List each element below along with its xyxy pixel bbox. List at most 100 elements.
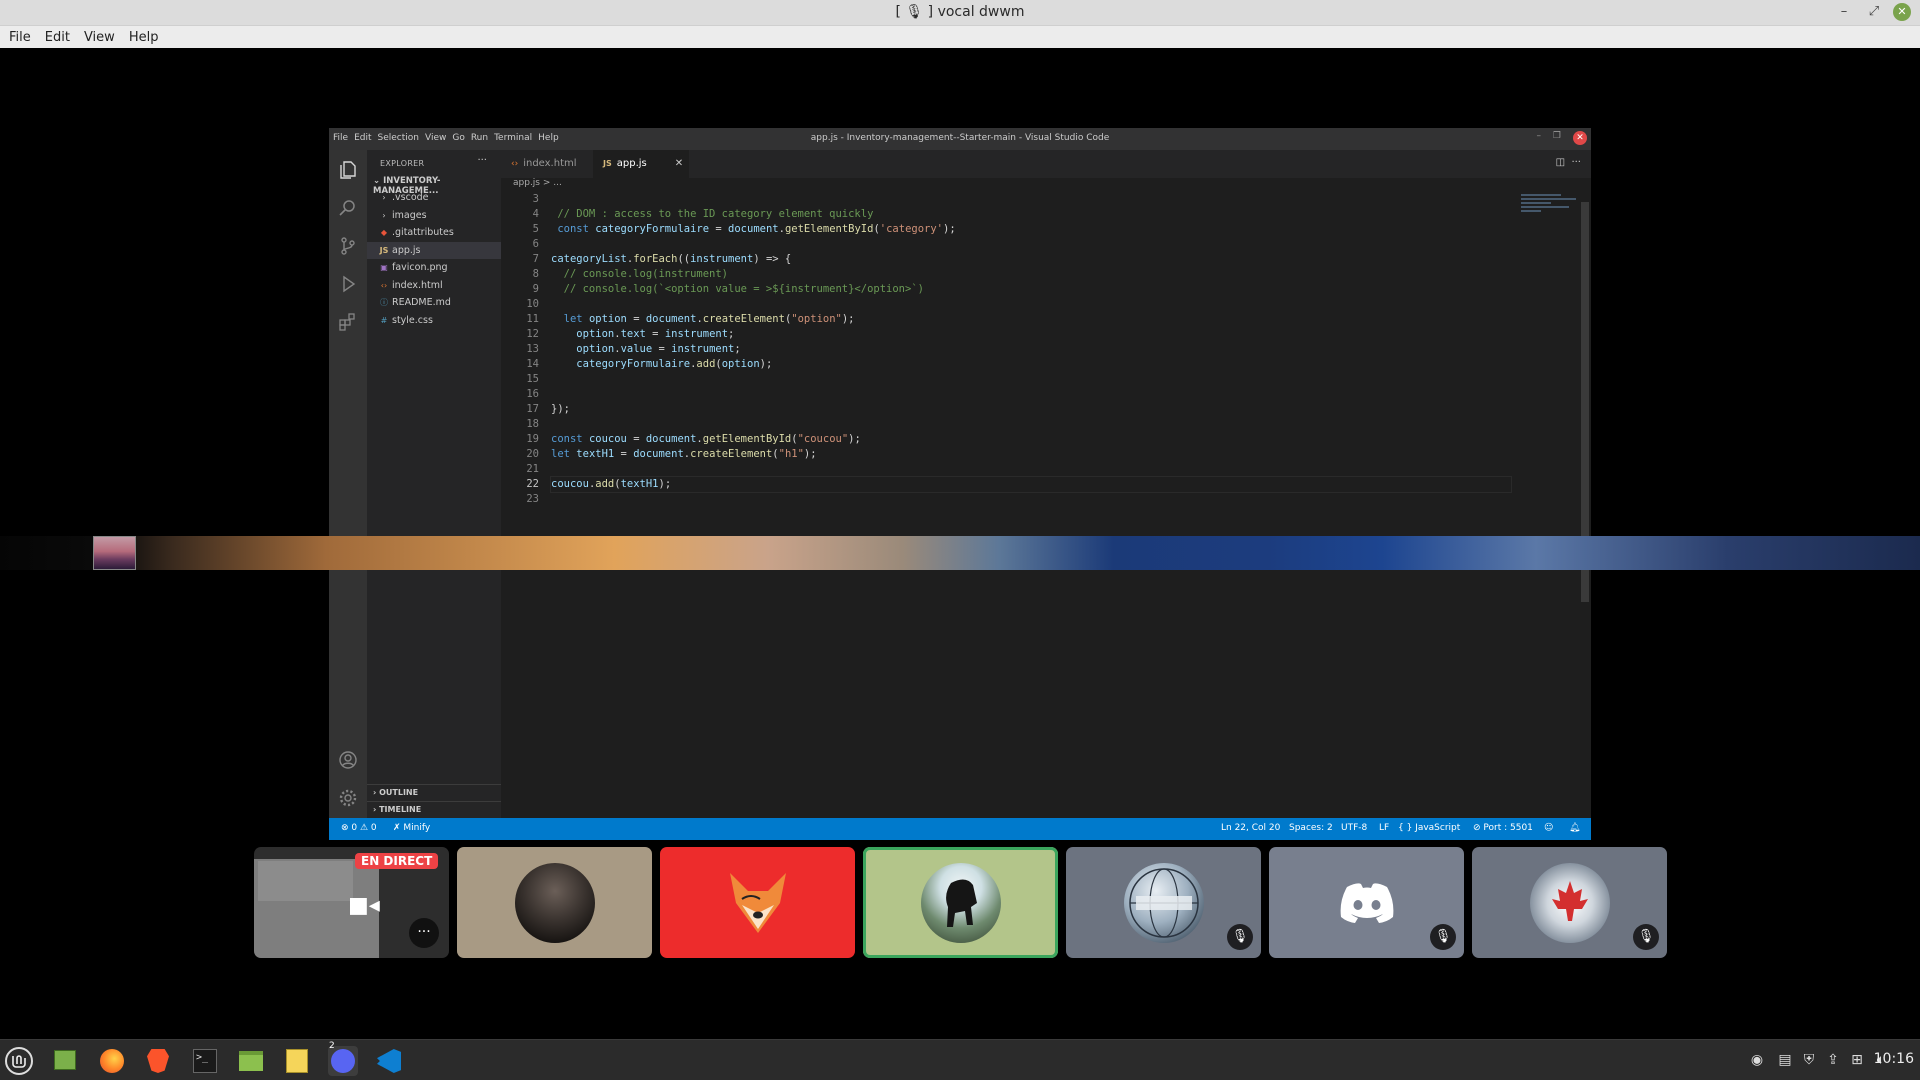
tab-index-html[interactable]: ‹› index.html bbox=[501, 150, 593, 178]
code-line[interactable]: let option = document.createElement("opt… bbox=[551, 312, 1511, 327]
avatar bbox=[514, 862, 595, 943]
code-line[interactable] bbox=[551, 372, 1511, 387]
breadcrumb[interactable]: app.js > ... bbox=[501, 178, 562, 192]
live-server-port[interactable]: ⊘ Port : 5501 bbox=[1473, 823, 1533, 833]
tree-item-appjs[interactable]: JS app.js bbox=[367, 241, 501, 259]
code-line[interactable]: const coucou = document.getElementById("… bbox=[551, 432, 1511, 447]
eol-status[interactable]: LF bbox=[1379, 823, 1389, 833]
participant-tile[interactable] bbox=[660, 847, 855, 958]
more-options-icon[interactable]: ··· bbox=[409, 918, 439, 948]
more-actions-icon[interactable]: ··· bbox=[477, 155, 487, 166]
code-line[interactable]: option.text = instrument; bbox=[551, 327, 1511, 342]
maximize-icon[interactable]: ⤢ bbox=[1865, 3, 1883, 21]
code-line[interactable] bbox=[551, 417, 1511, 432]
code-line[interactable]: // console.log(`<option value = >${instr… bbox=[551, 282, 1511, 297]
source-control-icon[interactable] bbox=[338, 236, 358, 256]
tab-app-js[interactable]: JS app.js ✕ bbox=[593, 150, 689, 178]
indentation-status[interactable]: Spaces: 2 bbox=[1289, 823, 1333, 833]
account-icon[interactable] bbox=[338, 750, 358, 770]
terminal-icon[interactable]: >_ bbox=[190, 1046, 220, 1076]
cursor-position[interactable]: Ln 22, Col 20 bbox=[1221, 823, 1280, 833]
participant-tile-speaking[interactable] bbox=[863, 847, 1058, 958]
code-line[interactable]: categoryFormulaire.add(option); bbox=[551, 357, 1511, 372]
close-icon[interactable]: ✕ bbox=[1893, 3, 1911, 21]
code-line[interactable]: option.value = instrument; bbox=[551, 342, 1511, 357]
clipboard-tray-icon[interactable]: ▤ bbox=[1776, 1051, 1794, 1069]
start-menu-icon[interactable] bbox=[5, 1047, 33, 1075]
notes-icon[interactable] bbox=[282, 1046, 312, 1076]
participant-tile[interactable]: 🎙︎ bbox=[1066, 847, 1261, 958]
menu-edit[interactable]: Edit bbox=[38, 27, 77, 49]
menu-help[interactable]: Help bbox=[122, 27, 166, 49]
minimap[interactable] bbox=[1521, 192, 1581, 232]
participant-tile[interactable]: 🎙︎ bbox=[1472, 847, 1667, 958]
line-number: 22 bbox=[526, 478, 539, 490]
shield-tray-icon[interactable]: ⛨ bbox=[1800, 1051, 1818, 1069]
participant-tile[interactable] bbox=[457, 847, 652, 958]
settings-gear-icon[interactable] bbox=[338, 788, 358, 808]
vscode-taskbar-icon[interactable] bbox=[374, 1046, 404, 1076]
code-line[interactable]: const categoryFormulaire = document.getE… bbox=[551, 222, 1511, 237]
code-line[interactable]: categoryList.forEach((instrument) => { bbox=[551, 252, 1511, 267]
menu-file[interactable]: File bbox=[0, 27, 38, 49]
run-debug-icon[interactable] bbox=[338, 274, 358, 294]
more-actions-icon[interactable]: ··· bbox=[1571, 157, 1581, 168]
network-tray-icon[interactable]: ⊞ bbox=[1848, 1051, 1866, 1069]
notifications-bell-icon[interactable]: 🔔︎ bbox=[1569, 823, 1580, 833]
tab-close-icon[interactable]: ✕ bbox=[675, 158, 683, 169]
problems-status[interactable]: ⊗ 0 ⚠ 0 bbox=[341, 823, 377, 833]
timeline-section[interactable]: › TIMELINE bbox=[367, 801, 501, 818]
code-line[interactable]: let textH1 = document.createElement("h1"… bbox=[551, 447, 1511, 462]
extensions-icon[interactable] bbox=[338, 312, 358, 332]
code-lines[interactable]: // DOM : access to the ID category eleme… bbox=[550, 192, 1512, 507]
tree-item-images[interactable]: › images bbox=[367, 207, 501, 225]
code-line[interactable]: }); bbox=[551, 402, 1511, 417]
tree-item-indexhtml[interactable]: ‹› index.html bbox=[367, 277, 501, 295]
tree-item-vscode[interactable]: › .vscode bbox=[367, 189, 501, 207]
status-bar: ⊗ 0 ⚠ 0 ✗ Minify Ln 22, Col 20 Spaces: 2… bbox=[329, 818, 1591, 840]
code-line[interactable] bbox=[551, 492, 1511, 507]
vs-minimize-icon[interactable]: – bbox=[1537, 131, 1542, 141]
tree-item-favicon[interactable]: ▣ favicon.png bbox=[367, 259, 501, 277]
line-number: 10 bbox=[526, 298, 539, 310]
vs-restore-icon[interactable]: ❐ bbox=[1553, 131, 1561, 141]
code-line[interactable] bbox=[551, 297, 1511, 312]
feedback-icon[interactable]: ☺ bbox=[1544, 823, 1553, 833]
code-line[interactable] bbox=[551, 462, 1511, 477]
show-desktop-icon[interactable] bbox=[50, 1046, 80, 1076]
explorer-icon[interactable] bbox=[338, 160, 358, 180]
menu-view[interactable]: View bbox=[77, 27, 122, 49]
tree-item-stylecss[interactable]: # style.css bbox=[367, 312, 501, 330]
line-number: 14 bbox=[526, 358, 539, 370]
code-line[interactable]: coucou.add(textH1); bbox=[550, 476, 1512, 493]
stream-tile[interactable]: ■◂ EN DIRECT ··· bbox=[254, 847, 449, 958]
code-line[interactable] bbox=[551, 387, 1511, 402]
explorer-sidebar: EXPLORER ··· ⌄ INVENTORY-MANAGEME... › .v… bbox=[367, 150, 501, 818]
code-line[interactable] bbox=[551, 237, 1511, 252]
minimize-icon[interactable]: – bbox=[1835, 3, 1853, 21]
discord-tray-icon[interactable]: ◉ bbox=[1748, 1051, 1766, 1069]
files-icon[interactable] bbox=[236, 1046, 266, 1076]
update-tray-icon[interactable]: ⇪ bbox=[1824, 1051, 1842, 1069]
discord-taskbar-icon[interactable]: 2 bbox=[328, 1041, 358, 1076]
search-icon[interactable] bbox=[338, 198, 358, 218]
brave-icon[interactable] bbox=[143, 1046, 173, 1076]
tree-item-readme[interactable]: ⓘ README.md bbox=[367, 294, 501, 312]
firefox-icon[interactable] bbox=[97, 1046, 127, 1076]
tree-item-label: app.js bbox=[392, 244, 421, 256]
wallpaper-thumbnail[interactable] bbox=[93, 536, 136, 570]
encoding-status[interactable]: UTF-8 bbox=[1341, 823, 1367, 833]
code-editor[interactable]: 3 4 5 6 7 8 9 10 11 12 13 14 15 16 17 18 19 20 21 22 23 // D… bbox=[501, 192, 1591, 818]
line-number: 20 bbox=[526, 448, 539, 460]
participant-tile[interactable]: 🎙︎ bbox=[1269, 847, 1464, 958]
code-line[interactable]: // console.log(instrument) bbox=[551, 267, 1511, 282]
vs-close-icon[interactable]: ✕ bbox=[1573, 131, 1587, 145]
split-editor-icon[interactable]: ◫ bbox=[1556, 157, 1565, 168]
clock[interactable]: 10:16 bbox=[1874, 1051, 1914, 1067]
code-line[interactable]: // DOM : access to the ID category eleme… bbox=[551, 207, 1511, 222]
tree-item-gitattributes[interactable]: ◆ .gitattributes bbox=[367, 224, 501, 242]
minify-status[interactable]: ✗ Minify bbox=[393, 823, 430, 833]
outline-section[interactable]: › OUTLINE bbox=[367, 784, 501, 801]
language-mode[interactable]: { } JavaScript bbox=[1398, 823, 1460, 833]
code-line[interactable] bbox=[551, 192, 1511, 207]
